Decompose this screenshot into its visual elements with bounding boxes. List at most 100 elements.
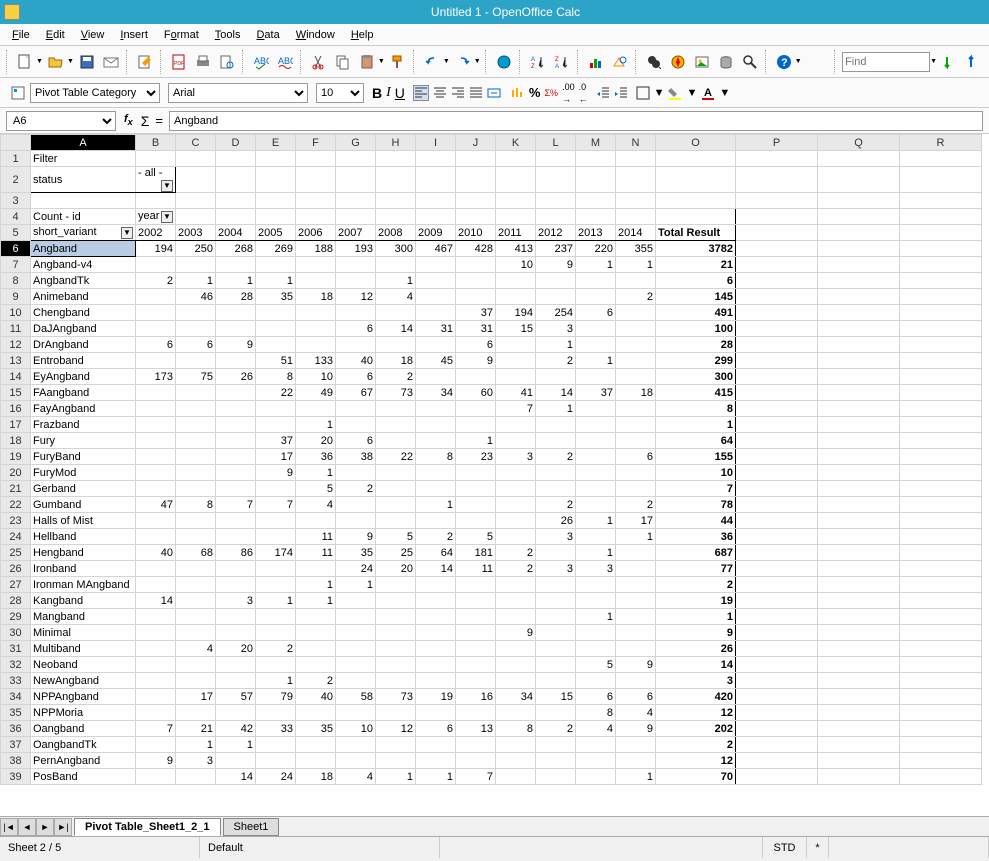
cell[interactable] (136, 609, 176, 625)
cell[interactable]: 355 (616, 241, 656, 257)
cell[interactable] (176, 417, 216, 433)
cell[interactable] (576, 577, 616, 593)
cell[interactable] (376, 577, 416, 593)
cell[interactable] (176, 433, 216, 449)
cell[interactable] (376, 625, 416, 641)
add-decimal-icon[interactable]: .00→ (562, 81, 575, 105)
cell[interactable] (456, 289, 496, 305)
cell[interactable] (900, 225, 982, 241)
cell[interactable]: 2 (656, 577, 736, 593)
edit-doc-icon[interactable] (134, 51, 156, 73)
cell[interactable] (256, 513, 296, 529)
cell[interactable]: 7 (136, 721, 176, 737)
cell[interactable]: 3 (216, 593, 256, 609)
cell[interactable] (616, 193, 656, 209)
cell[interactable] (376, 705, 416, 721)
cell[interactable]: AngbandTk (31, 273, 136, 289)
cell[interactable] (496, 337, 536, 353)
cell[interactable] (576, 401, 616, 417)
cell[interactable] (496, 673, 536, 689)
cell[interactable] (456, 257, 496, 273)
cell[interactable] (176, 193, 216, 209)
cell[interactable] (736, 609, 818, 625)
align-center-icon[interactable] (433, 86, 447, 100)
cell[interactable]: 35 (256, 289, 296, 305)
cell[interactable]: 4 (616, 705, 656, 721)
cell[interactable] (536, 705, 576, 721)
cell[interactable] (416, 737, 456, 753)
cell[interactable]: 3 (536, 321, 576, 337)
cell[interactable]: 18 (376, 353, 416, 369)
cell[interactable]: 9 (536, 257, 576, 273)
cell[interactable]: 79 (256, 689, 296, 705)
col-header-L[interactable]: L (536, 135, 576, 151)
cell[interactable] (900, 465, 982, 481)
fx-icon[interactable]: fx (124, 113, 133, 127)
cell[interactable]: 2007 (336, 225, 376, 241)
cell[interactable]: 1 (216, 273, 256, 289)
cell[interactable]: 9 (136, 753, 176, 769)
cell[interactable] (296, 337, 336, 353)
equals-icon[interactable]: = (155, 113, 163, 128)
cell[interactable] (576, 481, 616, 497)
cell[interactable] (900, 449, 982, 465)
cell[interactable] (818, 385, 900, 401)
cell[interactable] (536, 673, 576, 689)
cell[interactable]: 1 (296, 577, 336, 593)
cell[interactable]: 181 (456, 545, 496, 561)
cell[interactable] (818, 209, 900, 225)
help-icon[interactable]: ? (773, 51, 795, 73)
cell[interactable] (900, 337, 982, 353)
row-header[interactable]: 12 (1, 337, 31, 353)
cell[interactable] (900, 305, 982, 321)
cell[interactable] (376, 305, 416, 321)
row-header[interactable]: 16 (1, 401, 31, 417)
cell[interactable] (416, 641, 456, 657)
cell[interactable] (576, 449, 616, 465)
cell[interactable] (536, 577, 576, 593)
row-header[interactable]: 11 (1, 321, 31, 337)
cell[interactable]: 9 (336, 529, 376, 545)
cell[interactable] (616, 625, 656, 641)
cell[interactable] (416, 289, 456, 305)
select-all-corner[interactable] (1, 135, 31, 151)
cell[interactable] (216, 625, 256, 641)
cell[interactable]: 21 (176, 721, 216, 737)
open-icon[interactable] (45, 51, 67, 73)
cell[interactable] (496, 769, 536, 785)
cell[interactable] (336, 337, 376, 353)
cell[interactable]: 1 (616, 529, 656, 545)
cell[interactable]: 86 (216, 545, 256, 561)
cell[interactable]: 14 (376, 321, 416, 337)
cell[interactable] (136, 657, 176, 673)
cell[interactable] (376, 151, 416, 167)
cell[interactable] (736, 353, 818, 369)
cell[interactable] (136, 705, 176, 721)
cell[interactable]: 58 (336, 689, 376, 705)
cell[interactable] (818, 305, 900, 321)
cell[interactable]: 1 (296, 465, 336, 481)
cell[interactable]: 67 (336, 385, 376, 401)
cell[interactable] (900, 167, 982, 193)
cell[interactable]: Minimal (31, 625, 136, 641)
cell[interactable] (576, 497, 616, 513)
font-name-select[interactable]: Arial (168, 83, 308, 103)
cell[interactable] (616, 433, 656, 449)
cell[interactable]: 3 (656, 673, 736, 689)
cell[interactable]: Filter (31, 151, 136, 167)
cell[interactable] (376, 753, 416, 769)
cell[interactable]: 2 (656, 737, 736, 753)
cell[interactable] (31, 193, 136, 209)
cell[interactable]: 10 (496, 257, 536, 273)
cell[interactable]: 1 (656, 417, 736, 433)
cell[interactable]: Angband (31, 241, 136, 257)
cell[interactable]: 3 (496, 449, 536, 465)
cell[interactable] (496, 529, 536, 545)
cell[interactable] (900, 721, 982, 737)
cell[interactable] (576, 529, 616, 545)
cell[interactable] (818, 321, 900, 337)
row-header[interactable]: 36 (1, 721, 31, 737)
row-header[interactable]: 25 (1, 545, 31, 561)
row-header[interactable]: 13 (1, 353, 31, 369)
cell[interactable] (818, 465, 900, 481)
